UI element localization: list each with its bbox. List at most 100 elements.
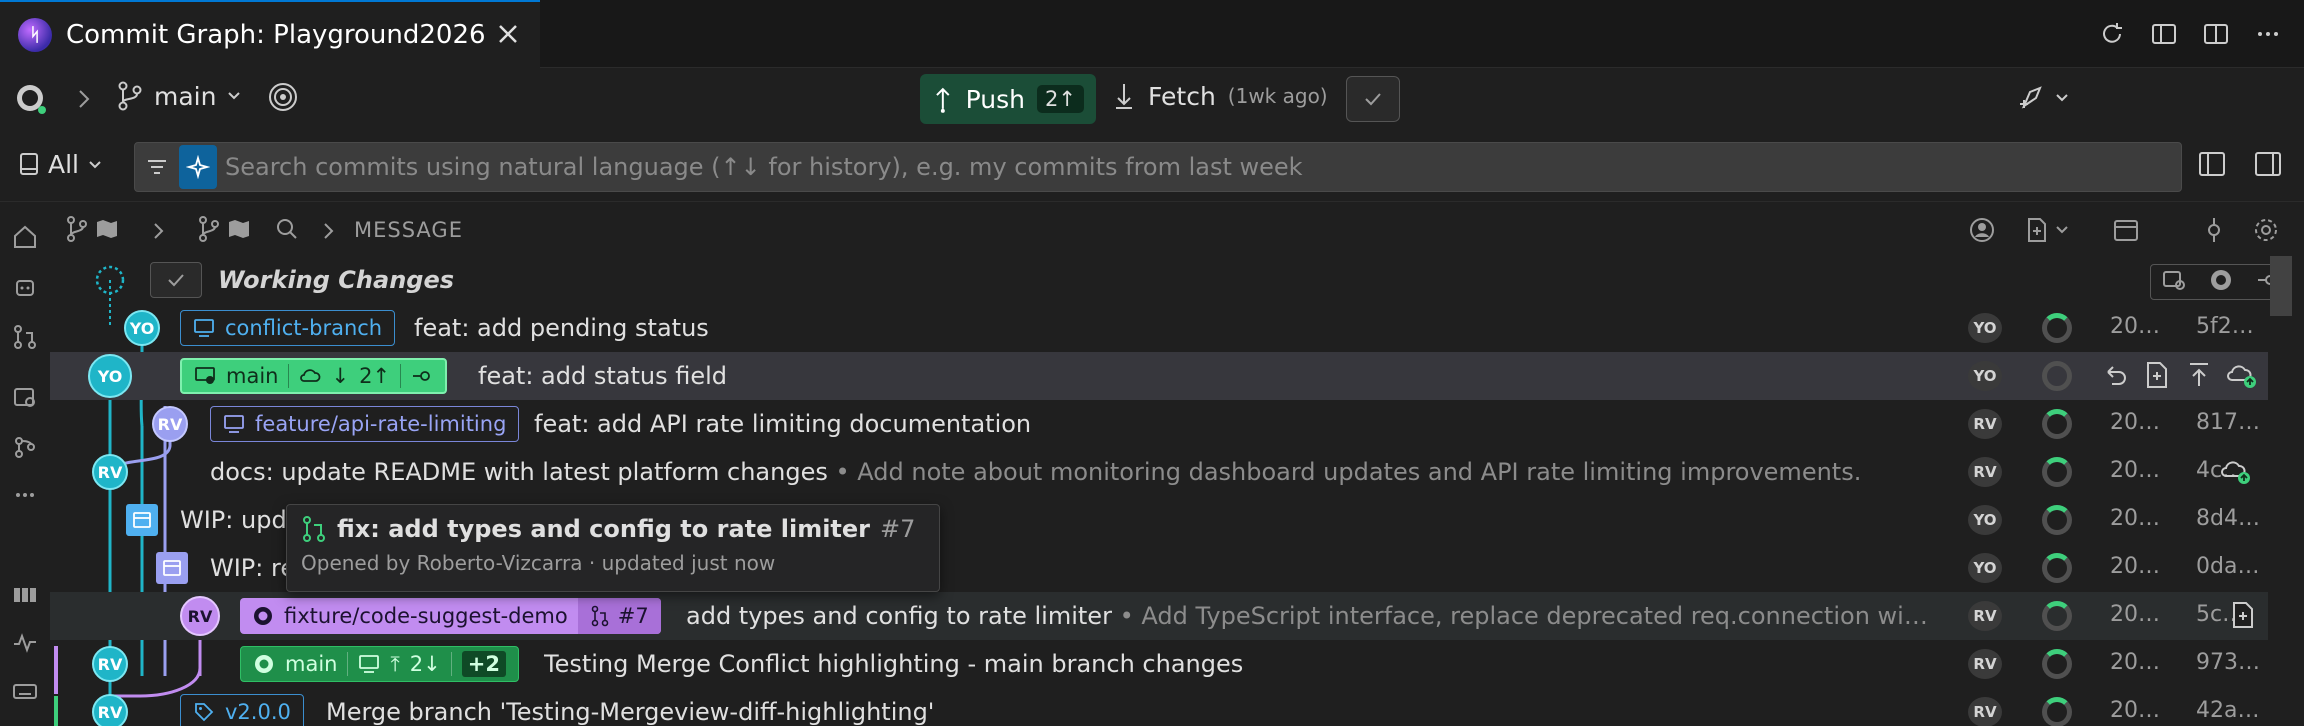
more-actions-icon[interactable] xyxy=(2252,18,2284,50)
commit-row-hovered[interactable]: RV fixture/code-suggest-demo #7 add type… xyxy=(50,592,2268,640)
chevron-down-icon xyxy=(89,160,101,168)
commit-summary: add types and config to rate limiter xyxy=(686,602,1112,630)
author-avatar: YO xyxy=(1968,505,2002,535)
branch-selector[interactable]: main xyxy=(116,80,242,112)
github-icon[interactable] xyxy=(14,82,48,116)
toggle-sidebar-icon[interactable] xyxy=(2252,148,2284,180)
more-branches-badge[interactable]: +2 xyxy=(461,651,506,677)
toggle-panel-icon[interactable] xyxy=(2196,148,2228,180)
keyboard-icon[interactable] xyxy=(8,674,42,708)
commit-row[interactable]: RV feature/api-rate-limiting feat: add A… xyxy=(50,400,2268,448)
branch-pill-main[interactable]: main ↓ 2↑ xyxy=(180,358,448,394)
cloud-upload-icon[interactable] xyxy=(2226,360,2258,394)
commit-row[interactable]: RV docs: update README with latest platf… xyxy=(50,448,2268,496)
source-control-icon[interactable] xyxy=(8,430,42,464)
graph-column-toggle[interactable] xyxy=(196,214,252,244)
fetch-button[interactable]: Fetch (1wk ago) xyxy=(1112,80,1328,112)
check-button[interactable] xyxy=(1346,76,1400,122)
commit-sha[interactable]: 5f2… xyxy=(2196,314,2266,339)
tag-icon xyxy=(195,703,214,722)
split-right-icon[interactable] xyxy=(2200,18,2232,50)
changes-column-dropdown[interactable] xyxy=(2024,216,2070,244)
message-column-header[interactable]: MESSAGE xyxy=(354,218,463,242)
more-icon[interactable] xyxy=(8,478,42,512)
agent-icon[interactable] xyxy=(8,270,42,304)
commit-sha[interactable]: 42a… xyxy=(2196,698,2266,723)
push-label: Push xyxy=(965,84,1026,114)
file-diff-icon[interactable] xyxy=(2142,360,2172,394)
chevron-right-icon[interactable] xyxy=(150,220,168,242)
tab-commit-graph[interactable]: ᛋ Commit Graph: Playground2026 xyxy=(0,0,540,68)
pull-request-icon[interactable] xyxy=(8,320,42,354)
scope-selector[interactable]: All xyxy=(18,150,103,179)
push-up-icon: ⤒ xyxy=(390,651,400,676)
calendar-icon[interactable] xyxy=(2112,216,2140,244)
commit-row-selected[interactable]: YO main ↓ 2↑ feat: add status field YO xyxy=(50,352,2268,400)
pr-number: #7 xyxy=(617,604,649,628)
compare-icon[interactable] xyxy=(2161,267,2187,297)
avatar: YO xyxy=(88,354,132,398)
stash-icon xyxy=(156,552,188,584)
changes-ring xyxy=(2042,601,2072,631)
author-avatar: YO xyxy=(1968,553,2002,583)
split-editor-icon[interactable] xyxy=(2148,18,2180,50)
cloud-icon xyxy=(300,369,321,382)
github-icon[interactable] xyxy=(2208,267,2234,297)
tag-pill[interactable]: v2.0.0 xyxy=(180,694,304,726)
branch-column-toggle[interactable] xyxy=(64,214,120,244)
push-button[interactable]: Push 2↑ xyxy=(920,74,1096,124)
search-icon[interactable] xyxy=(274,216,300,242)
branch-pill[interactable]: conflict-branch xyxy=(180,310,396,346)
commit-row[interactable]: YO conflict-branch feat: add pending sta… xyxy=(50,304,2268,352)
commit-date: 20… xyxy=(2110,410,2160,435)
commit-message: Testing Merge Conflict highlighting - ma… xyxy=(544,650,1244,678)
filter-icon[interactable] xyxy=(135,142,179,192)
search-input[interactable] xyxy=(225,153,2125,181)
undo-icon[interactable] xyxy=(2100,360,2130,394)
refresh-icon[interactable] xyxy=(2096,18,2128,50)
branch-pill-fixture[interactable]: fixture/code-suggest-demo #7 xyxy=(240,598,661,634)
commit-sha[interactable]: 8d4… xyxy=(2196,506,2266,531)
file-diff-icon[interactable] xyxy=(2228,600,2258,634)
tag-label: v2.0.0 xyxy=(225,700,291,724)
fetch-label: Fetch xyxy=(1148,81,1216,111)
branch-pill[interactable]: feature/api-rate-limiting xyxy=(210,406,520,442)
cloud-upload-icon[interactable] xyxy=(2220,456,2252,490)
commit-row[interactable]: RV main ⤒ 2↓ +2 Testing Merge Conflict h… xyxy=(50,640,2268,688)
panels-icon[interactable] xyxy=(8,578,42,612)
author-avatar: RV xyxy=(1968,601,2002,631)
row-actions xyxy=(2100,360,2258,394)
activity-pulse-icon[interactable] xyxy=(8,626,42,660)
github-icon xyxy=(254,607,272,625)
chevron-right-icon xyxy=(74,86,94,112)
commit-description: • Add TypeScript interface, replace depr… xyxy=(1119,602,1928,630)
launchpad-button[interactable] xyxy=(2016,82,2070,114)
commit-date: 20… xyxy=(2110,650,2160,675)
commit-icon[interactable] xyxy=(2200,216,2228,244)
target-icon[interactable] xyxy=(266,80,300,114)
home-icon[interactable] xyxy=(8,220,42,254)
check-icon[interactable] xyxy=(150,262,202,298)
close-icon[interactable] xyxy=(492,18,524,50)
cloud-patch-icon xyxy=(413,371,430,381)
scrollbar-thumb[interactable] xyxy=(2270,256,2292,316)
commit-sha[interactable]: 973… xyxy=(2196,650,2266,675)
chevron-right-icon[interactable] xyxy=(320,220,338,242)
settings-gear-icon[interactable] xyxy=(2252,216,2280,244)
tab-title: Commit Graph: Playground2026 xyxy=(66,20,486,50)
commit-sha[interactable]: 0da… xyxy=(2196,554,2266,579)
inspect-icon[interactable] xyxy=(8,380,42,414)
chevron-down-icon xyxy=(2056,226,2068,234)
changes-ring xyxy=(2042,409,2072,439)
computer-icon xyxy=(359,655,380,673)
commit-row[interactable]: RV v2.0.0 Merge branch 'Testing-Mergevie… xyxy=(50,688,2268,726)
commit-message: docs: update README with latest platform… xyxy=(210,458,1930,486)
author-column-icon[interactable] xyxy=(1968,216,1996,244)
push-top-icon[interactable] xyxy=(2184,360,2214,394)
avatar: RV xyxy=(92,646,128,682)
commit-sha[interactable]: 817… xyxy=(2196,410,2266,435)
branch-pill-main-remote[interactable]: main ⤒ 2↓ +2 xyxy=(240,646,519,682)
pr-badge[interactable]: #7 xyxy=(577,598,661,634)
ai-sparkle-icon[interactable] xyxy=(179,145,217,189)
working-changes-row[interactable]: Working Changes xyxy=(50,256,2292,304)
